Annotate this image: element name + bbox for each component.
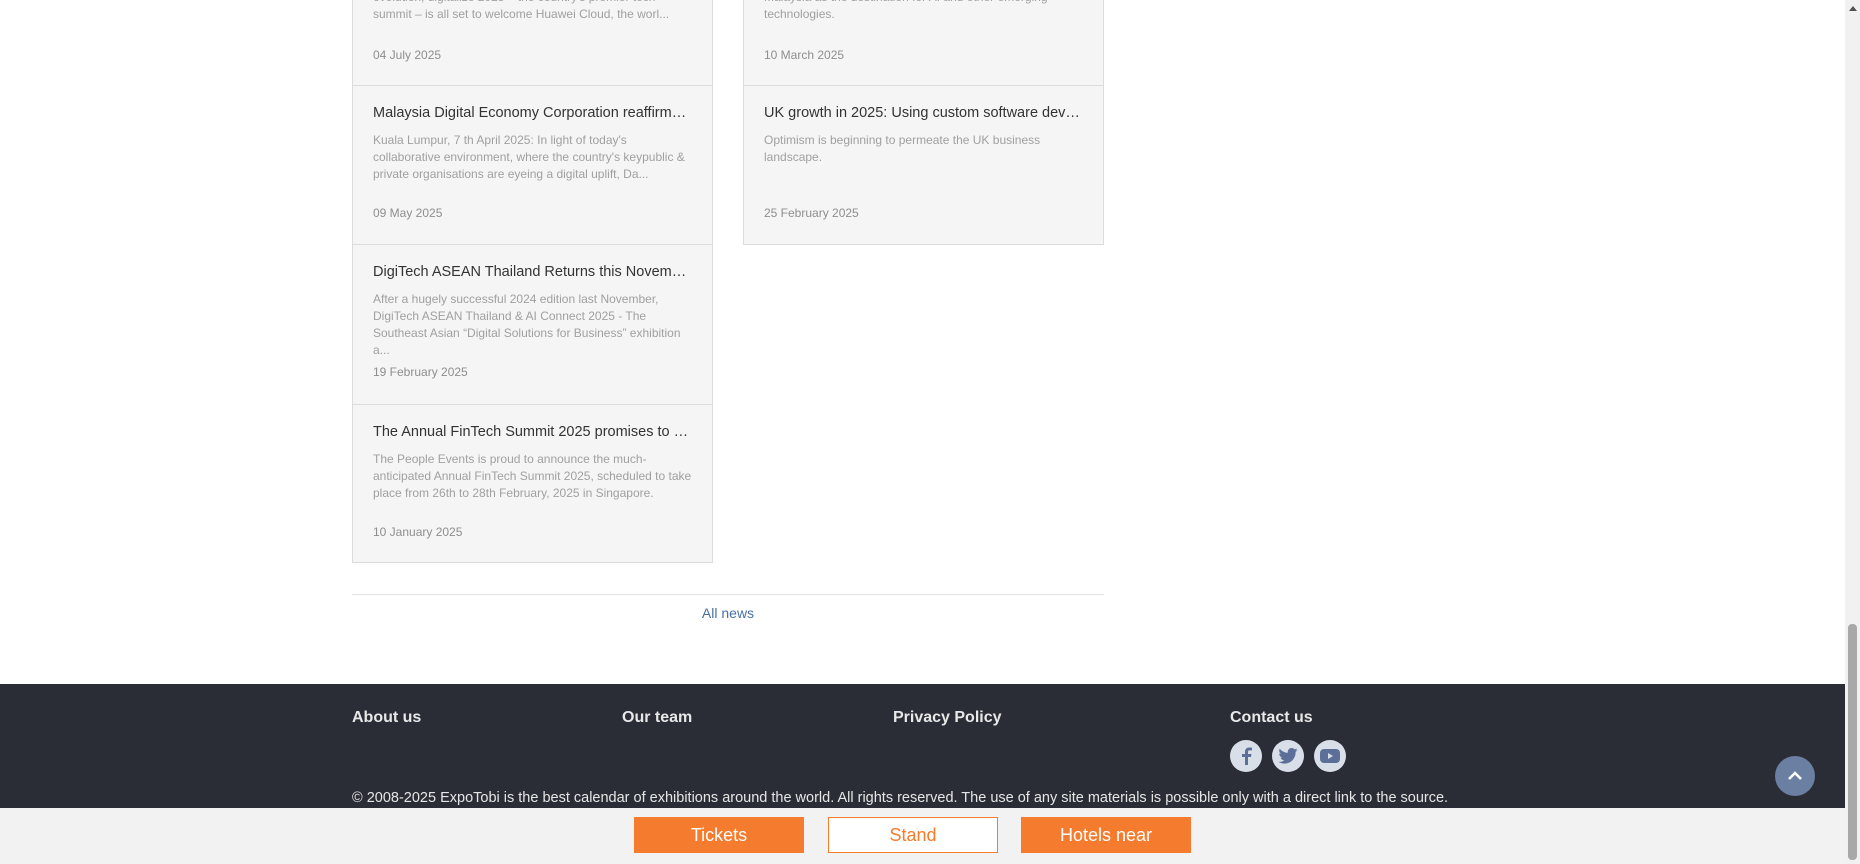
- news-title[interactable]: Malaysia Digital Economy Corporation rea…: [373, 104, 692, 122]
- scroll-to-top-button[interactable]: [1775, 756, 1815, 796]
- news-card[interactable]: DigiTech ASEAN Thailand Returns this Nov…: [352, 245, 713, 405]
- footer-about-link[interactable]: About us: [352, 709, 421, 727]
- copyright-text: © 2008-2025 ExpoTobi is the best calenda…: [352, 790, 1449, 806]
- news-title[interactable]: The Annual FinTech Summit 2025 promises …: [373, 423, 692, 441]
- news-excerpt: Malaysia as the destination for AI and o…: [764, 0, 1048, 21]
- youtube-icon[interactable]: [1314, 740, 1346, 772]
- all-news-label[interactable]: All news: [702, 605, 754, 621]
- news-excerpt: Kuala Lumpur, 7 th April 2025: In light …: [373, 133, 685, 181]
- news-card[interactable]: The Annual FinTech Summit 2025 promises …: [352, 405, 713, 563]
- news-card[interactable]: Malaysia as the destination for AI and o…: [743, 0, 1104, 86]
- news-date: 04 July 2025: [373, 48, 442, 62]
- chevron-up-icon: [1788, 771, 1802, 780]
- news-excerpt: After a hugely successful 2024 edition l…: [373, 292, 681, 357]
- footer-privacy-link[interactable]: Privacy Policy: [893, 709, 1002, 727]
- news-card[interactable]: UK growth in 2025: Using custom software…: [743, 86, 1104, 245]
- tickets-button[interactable]: Tickets: [634, 817, 804, 853]
- all-news-link[interactable]: All news: [352, 605, 1104, 621]
- news-title[interactable]: DigiTech ASEAN Thailand Returns this Nov…: [373, 263, 692, 281]
- bottom-action-bar: Tickets Stand Hotels near: [0, 808, 1845, 864]
- news-excerpt: Optimism is beginning to permeate the UK…: [764, 133, 1041, 164]
- scrollbar[interactable]: [1845, 0, 1860, 864]
- news-card[interactable]: Malaysia Digital Economy Corporation rea…: [352, 86, 713, 245]
- footer-contact-link[interactable]: Contact us: [1230, 709, 1313, 727]
- news-excerpt: The People Events is proud to announce t…: [373, 452, 692, 500]
- stand-button[interactable]: Stand: [828, 817, 998, 853]
- news-column-right: Malaysia as the destination for AI and o…: [743, 0, 1104, 245]
- news-column-left: evolution, digitalize 2025 – the country…: [352, 0, 713, 563]
- hotels-near-button[interactable]: Hotels near: [1021, 817, 1191, 853]
- news-section: evolution, digitalize 2025 – the country…: [352, 0, 1104, 684]
- divider: [352, 594, 1104, 595]
- scrollbar-thumb[interactable]: [1848, 624, 1857, 860]
- news-card[interactable]: evolution, digitalize 2025 – the country…: [352, 0, 713, 86]
- news-date: 25 February 2025: [764, 206, 859, 220]
- news-date: 09 May 2025: [373, 206, 443, 220]
- news-date: 10 January 2025: [373, 525, 463, 539]
- scroll-up-arrow-icon[interactable]: [1845, 0, 1860, 16]
- news-date: 10 March 2025: [764, 48, 845, 62]
- facebook-icon[interactable]: [1230, 740, 1262, 772]
- twitter-icon[interactable]: [1272, 740, 1304, 772]
- news-date: 19 February 2025: [373, 365, 468, 379]
- social-links: [1230, 740, 1346, 772]
- news-title[interactable]: UK growth in 2025: Using custom software…: [764, 104, 1083, 122]
- news-excerpt: evolution, digitalize 2025 – the country…: [373, 0, 670, 21]
- footer-team-link[interactable]: Our team: [622, 709, 692, 727]
